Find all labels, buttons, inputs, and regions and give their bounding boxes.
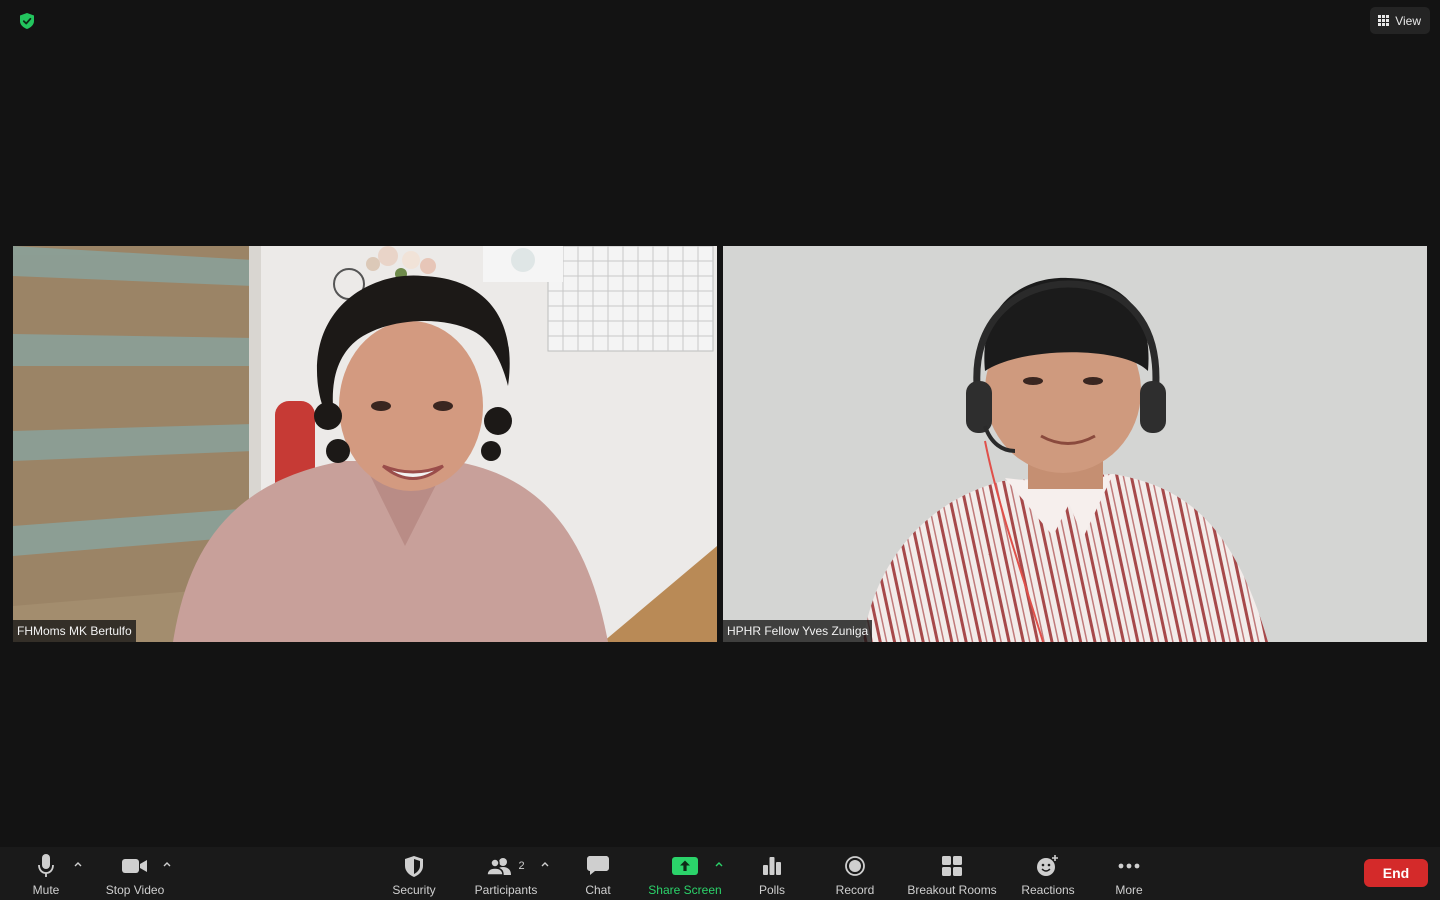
participant-video-feed <box>723 246 1427 642</box>
breakout-rooms-button[interactable]: Breakout Rooms <box>902 847 1002 900</box>
reactions-label: Reactions <box>1021 883 1075 897</box>
participant-name-tag: FHMoms MK Bertulfo <box>13 620 136 642</box>
polls-button[interactable]: Polls <box>752 847 792 900</box>
audio-options-caret-icon[interactable] <box>72 858 84 870</box>
video-tile-participant-2[interactable]: HPHR Fellow Yves Zuniga <box>723 246 1427 642</box>
video-options-caret-icon[interactable] <box>161 858 173 870</box>
mute-button[interactable]: Mute <box>26 847 66 900</box>
chat-label: Chat <box>585 883 611 897</box>
microphone-icon <box>38 854 54 877</box>
security-button[interactable]: Security <box>384 847 444 900</box>
security-label: Security <box>392 883 436 897</box>
participant-video-feed <box>13 246 717 642</box>
share-screen-label: Share Screen <box>648 883 722 897</box>
shield-icon <box>405 855 423 877</box>
participants-count: 2 <box>518 860 525 872</box>
record-icon <box>845 856 865 876</box>
polls-label: Polls <box>758 883 785 897</box>
view-label: View <box>1395 13 1421 28</box>
video-camera-icon <box>122 859 147 873</box>
record-button[interactable]: Record <box>830 847 880 900</box>
record-label: Record <box>835 883 875 897</box>
stop-video-label: Stop Video <box>105 883 165 897</box>
encryption-shield-icon[interactable] <box>14 9 40 33</box>
video-tile-participant-1[interactable]: FHMoms MK Bertulfo <box>13 246 717 642</box>
more-label: More <box>1115 883 1143 897</box>
chat-bubble-icon <box>587 856 609 875</box>
more-dots-icon <box>1118 863 1140 869</box>
share-screen-button[interactable]: Share Screen <box>644 847 726 900</box>
grid-icon <box>1378 15 1390 26</box>
breakout-rooms-label: Breakout Rooms <box>907 883 997 897</box>
bar-chart-icon <box>763 857 781 875</box>
reactions-button[interactable]: Reactions <box>1018 847 1078 900</box>
meeting-controls-toolbar: Mute Stop Video Security 2 Participants … <box>0 847 1440 900</box>
mute-label: Mute <box>32 883 60 897</box>
participant-name-tag: HPHR Fellow Yves Zuniga <box>723 620 873 642</box>
view-button[interactable]: View <box>1370 7 1430 34</box>
share-options-caret-icon[interactable] <box>713 858 725 870</box>
participants-button[interactable]: 2 Participants <box>470 847 542 900</box>
chat-button[interactable]: Chat <box>578 847 618 900</box>
stop-video-button[interactable]: Stop Video <box>100 847 170 900</box>
zoom-meeting-window: View FHMoms MK Bertulfo HPHR Fellow Yves… <box>0 0 1440 900</box>
participants-options-caret-icon[interactable] <box>539 858 551 870</box>
participants-label: Participants <box>474 883 538 897</box>
participants-icon <box>487 858 512 875</box>
smiley-plus-icon <box>1037 855 1058 876</box>
more-button[interactable]: More <box>1109 847 1149 900</box>
share-screen-icon <box>672 857 698 875</box>
breakout-rooms-icon <box>942 856 962 876</box>
end-meeting-button[interactable]: End <box>1364 859 1428 887</box>
